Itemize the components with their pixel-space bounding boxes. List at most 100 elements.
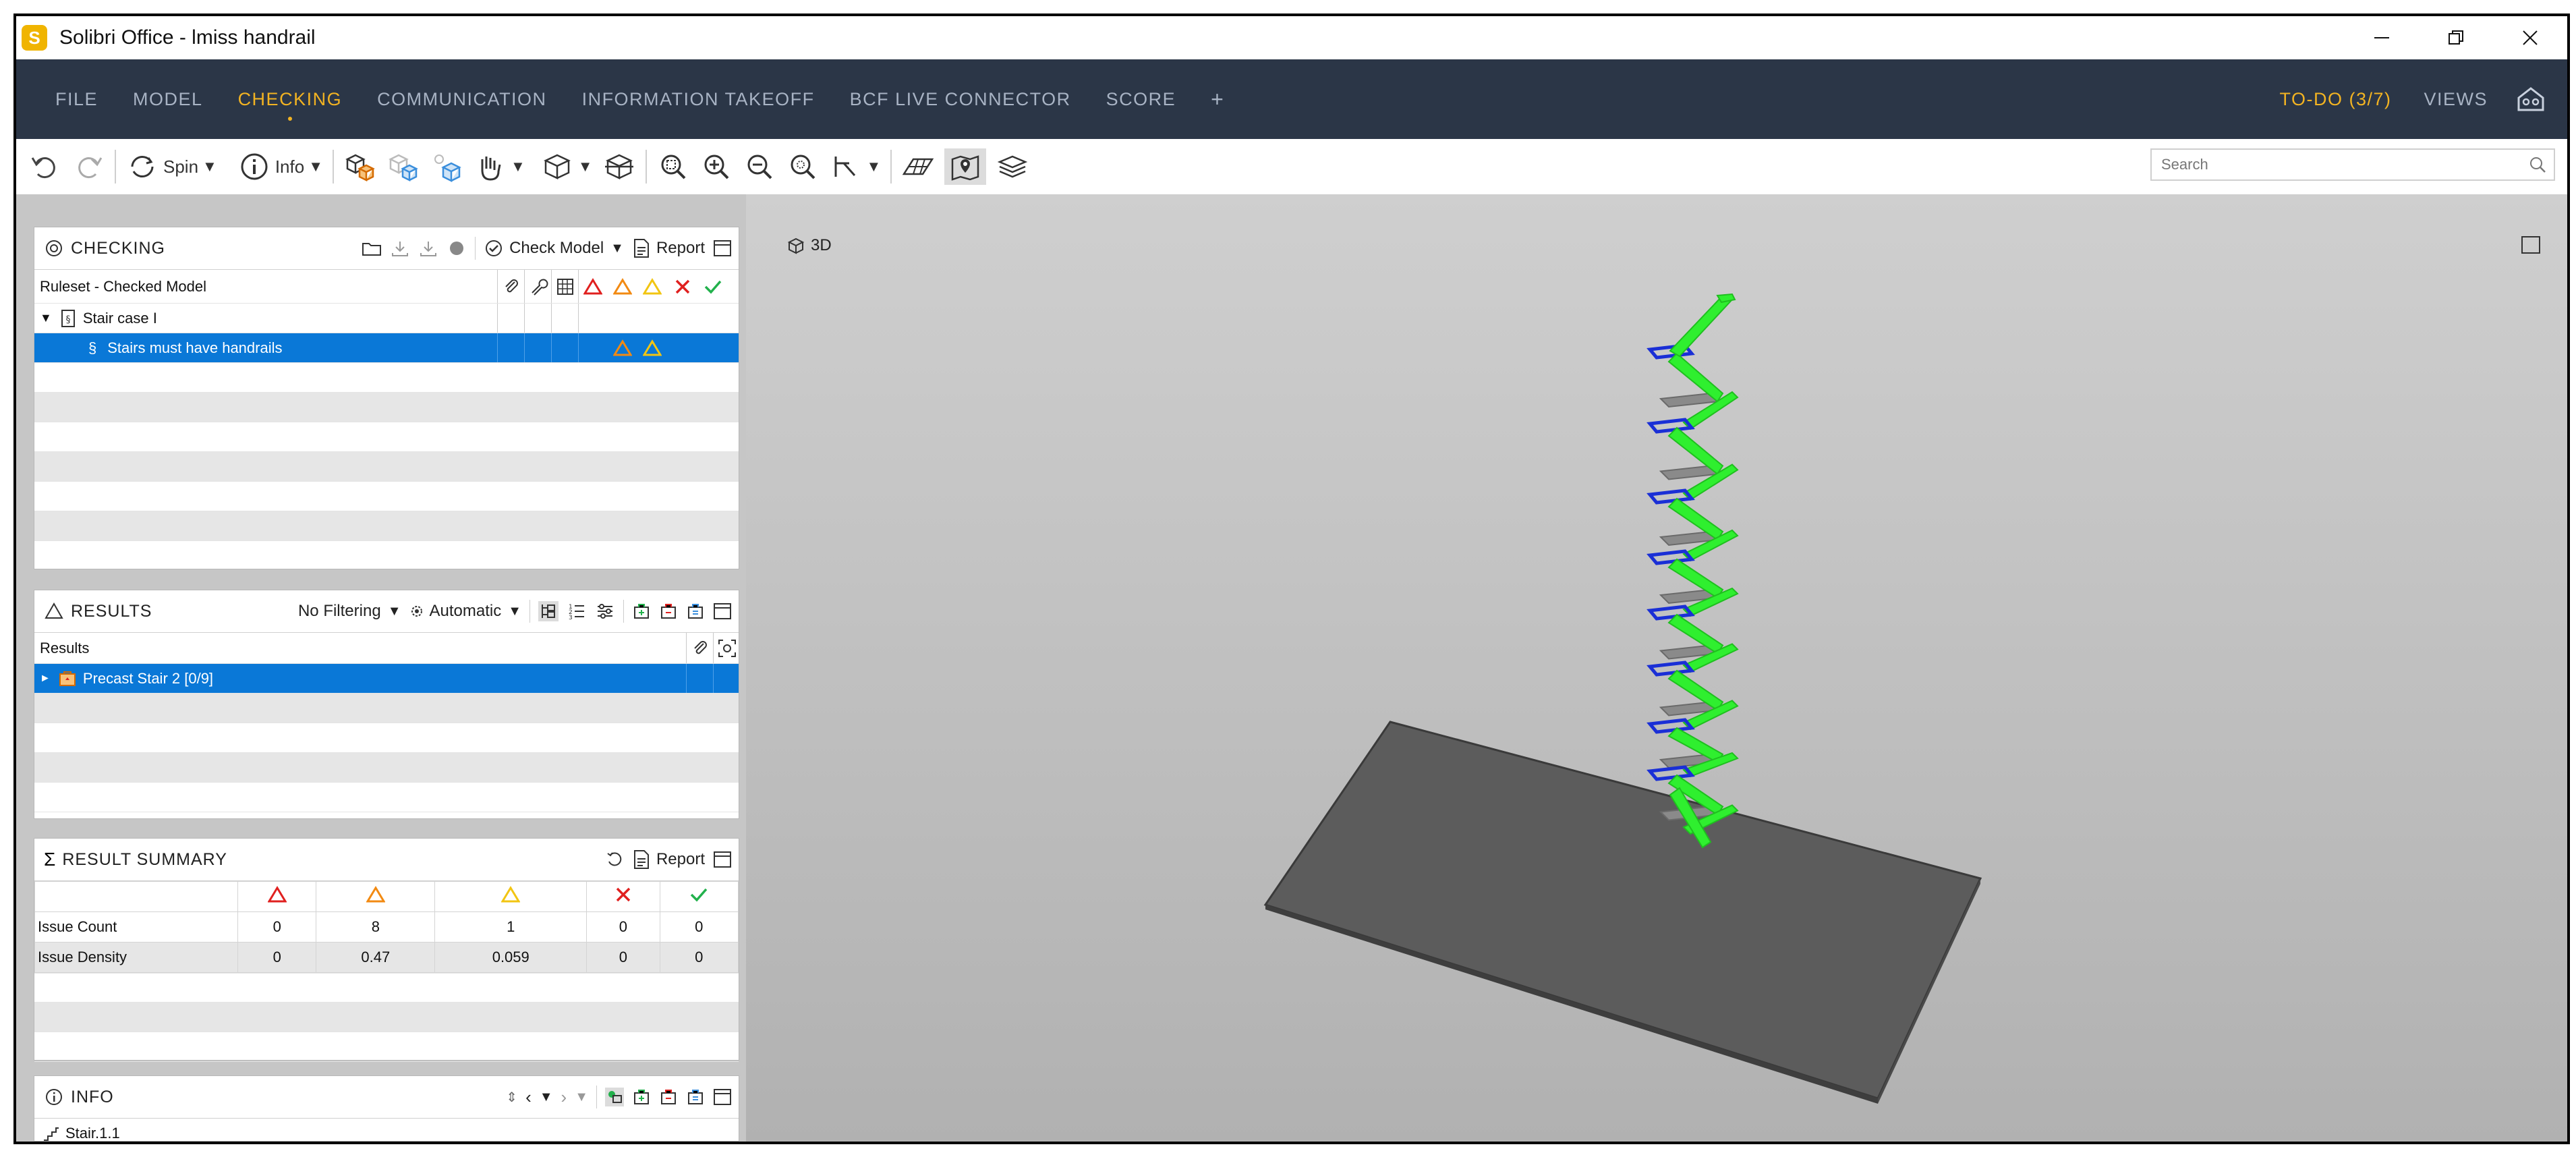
set-selection-basket-icon[interactable] xyxy=(686,602,705,621)
maximize-panel-icon[interactable] xyxy=(713,602,732,620)
panel-title: RESULTS xyxy=(71,601,152,621)
viewpoint-icon[interactable] xyxy=(717,638,737,658)
summary-report-button[interactable]: Report xyxy=(632,849,705,870)
report-label: Report xyxy=(656,239,705,257)
tree-view-icon[interactable] xyxy=(538,601,559,621)
redo-button[interactable] xyxy=(71,150,105,184)
categorize-icon[interactable] xyxy=(595,601,615,621)
summary-cell: 0 xyxy=(586,942,660,973)
filter-value: No Filtering xyxy=(297,602,381,620)
table-icon[interactable] xyxy=(555,277,575,297)
results-panel-header: RESULTS No Filtering ▼ Automatic ▼ 123 xyxy=(34,590,739,633)
section-box-button[interactable] xyxy=(602,150,636,184)
stop-icon[interactable] xyxy=(447,240,467,257)
menu-file[interactable]: FILE xyxy=(55,89,98,110)
download-icon[interactable] xyxy=(390,240,410,257)
menu-checking[interactable]: CHECKING xyxy=(238,89,343,121)
undo-button[interactable] xyxy=(28,150,62,184)
application-window: S Solibri Office - lmiss handrail FILE M… xyxy=(13,13,2570,1144)
numbered-list-icon[interactable]: 123 xyxy=(567,601,587,621)
attachment-icon[interactable] xyxy=(690,638,710,658)
rejected-icon xyxy=(675,279,690,294)
menu-score[interactable]: SCORE xyxy=(1106,89,1176,110)
chevron-down-icon[interactable]: ▼ xyxy=(202,158,217,175)
show-selected-button[interactable] xyxy=(430,150,463,184)
column-divider xyxy=(524,270,525,303)
empty-row xyxy=(34,694,739,723)
spin-button[interactable]: Spin ▼ xyxy=(125,150,217,184)
chevron-down-icon[interactable]: ▼ xyxy=(540,1090,553,1105)
expand-arrow-icon[interactable]: ► xyxy=(40,673,51,685)
todo-button[interactable]: TO-DO (3/7) xyxy=(2279,89,2391,110)
zoom-in-icon xyxy=(704,154,728,179)
zoom-out-button[interactable] xyxy=(743,150,776,184)
download-ruleset-icon[interactable] xyxy=(418,240,438,257)
maximize-panel-icon[interactable] xyxy=(713,1088,732,1106)
chevron-down-icon[interactable]: ▼ xyxy=(388,604,401,619)
maximize-panel-icon[interactable] xyxy=(713,851,732,868)
zoom-selected-button[interactable] xyxy=(786,150,820,184)
add-to-selection-basket-icon[interactable] xyxy=(632,602,651,621)
result-row[interactable]: ► Precast Stair 2 [0/9] xyxy=(34,664,739,694)
report-button[interactable]: Report xyxy=(632,238,705,258)
add-tab-button[interactable]: + xyxy=(1211,87,1224,112)
chevron-down-icon[interactable]: ▼ xyxy=(308,158,323,175)
floor-plan-button[interactable] xyxy=(901,150,935,184)
chevron-down-icon[interactable]: ▼ xyxy=(867,158,882,175)
zoom-in-button[interactable] xyxy=(699,150,733,184)
refresh-summary-icon[interactable] xyxy=(604,849,624,870)
sort-icon[interactable]: ⇕ xyxy=(506,1089,517,1106)
view-cube-button[interactable]: ▼ xyxy=(540,150,593,184)
mode-dropdown[interactable]: Automatic ▼ xyxy=(409,602,521,621)
info-item-row[interactable]: Stair.1.1 xyxy=(34,1119,739,1142)
remove-from-selection-basket-icon[interactable] xyxy=(659,1088,678,1106)
views-button[interactable]: VIEWS xyxy=(2424,89,2488,110)
restore-button[interactable] xyxy=(2419,16,2493,59)
ruleset-row[interactable]: ▼ § Stair case I xyxy=(34,304,739,333)
menu-model[interactable]: MODEL xyxy=(133,89,203,110)
rule-row[interactable]: § Stairs must have handrails xyxy=(34,333,739,363)
chevron-right-icon[interactable]: › xyxy=(561,1087,567,1108)
measure-button[interactable]: ▼ xyxy=(829,150,882,184)
map-button[interactable] xyxy=(944,148,987,185)
show-components-button[interactable] xyxy=(343,150,377,184)
chevron-down-icon[interactable]: ▼ xyxy=(508,604,521,619)
layers-button[interactable] xyxy=(996,150,1029,184)
set-selection-basket-icon[interactable] xyxy=(686,1088,705,1106)
check-model-button[interactable]: Check Model ▼ xyxy=(484,238,624,258)
minimize-button[interactable] xyxy=(2345,16,2419,59)
column-divider xyxy=(497,270,498,303)
show-transparent-button[interactable] xyxy=(387,150,420,184)
chevron-down-icon[interactable]: ▼ xyxy=(511,158,525,175)
column-divider xyxy=(524,333,525,362)
wrench-icon[interactable] xyxy=(528,277,548,297)
search-icon[interactable] xyxy=(2528,155,2547,174)
results-panel: RESULTS No Filtering ▼ Automatic ▼ 123 R… xyxy=(34,590,739,819)
chevron-down-icon[interactable]: ▼ xyxy=(575,1090,588,1105)
menu-bcf-live-connector[interactable]: BCF LIVE CONNECTOR xyxy=(850,89,1071,110)
chevron-down-icon[interactable]: ▼ xyxy=(610,241,624,256)
remove-from-selection-basket-icon[interactable] xyxy=(659,602,678,621)
menu-information-takeoff[interactable]: INFORMATION TAKEOFF xyxy=(582,89,815,110)
zoom-fit-button[interactable] xyxy=(656,150,690,184)
attachment-icon[interactable] xyxy=(501,277,521,297)
open-folder-icon[interactable] xyxy=(362,240,382,257)
menu-communication[interactable]: COMMUNICATION xyxy=(377,89,546,110)
3d-viewport[interactable]: 3D xyxy=(746,194,2567,1142)
search-input[interactable]: Search xyxy=(2150,148,2555,181)
result-name: Precast Stair 2 [0/9] xyxy=(82,669,214,687)
empty-row xyxy=(34,452,739,482)
chevron-down-icon[interactable]: ▼ xyxy=(578,158,593,175)
hide-hand-button[interactable]: ▼ xyxy=(473,150,525,184)
collapse-arrow-icon[interactable]: ▼ xyxy=(40,311,52,325)
filter-dropdown[interactable]: No Filtering ▼ xyxy=(298,602,401,621)
info-button[interactable]: Info ▼ xyxy=(237,150,323,184)
close-button[interactable] xyxy=(2493,16,2567,59)
maximize-panel-icon[interactable] xyxy=(713,240,732,257)
house-views-icon[interactable] xyxy=(2515,83,2547,115)
add-to-selection-basket-icon[interactable] xyxy=(632,1088,651,1106)
column-divider xyxy=(713,664,714,693)
selection-link-icon[interactable] xyxy=(605,1088,624,1106)
empty-row xyxy=(34,482,739,511)
chevron-left-icon[interactable]: ‹ xyxy=(525,1087,532,1108)
